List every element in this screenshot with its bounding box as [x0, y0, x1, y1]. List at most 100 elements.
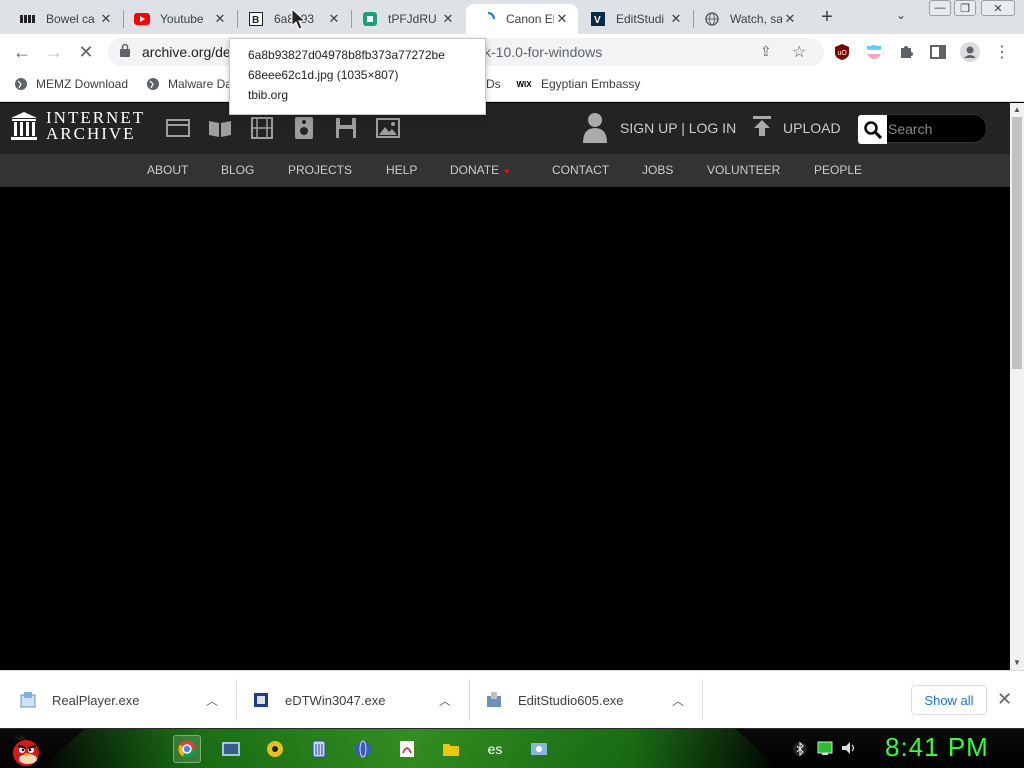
taskbar-network-globe-icon[interactable] [349, 735, 377, 763]
green-square-icon [362, 11, 378, 27]
web-icon[interactable] [165, 116, 191, 140]
nav-contact[interactable]: CONTACT [552, 163, 609, 177]
taskbar-language-es[interactable]: es [481, 735, 509, 763]
back-arrow-icon[interactable]: ← [10, 40, 34, 64]
audio-speaker-icon[interactable] [291, 116, 317, 140]
ia-temple-icon [11, 112, 37, 140]
nav-projects[interactable]: PROJECTS [288, 163, 352, 177]
b-icon: B [248, 11, 264, 27]
nav-blog[interactable]: BLOG [221, 163, 254, 177]
download-item-editstudio[interactable]: EditStudio605.exe ︿ [486, 681, 692, 719]
close-tab-icon[interactable]: ✕ [326, 11, 342, 27]
taskbar-installer-icon[interactable] [525, 735, 553, 763]
tab-canon-active[interactable]: Canon El ✕ [466, 4, 578, 34]
browser-toolbar: ← → ✕ archive.org/de k-10.0-for-windows … [0, 34, 1024, 70]
tab-youtube[interactable]: Youtube ✕ [120, 4, 236, 34]
forward-arrow-icon[interactable]: → [42, 40, 66, 64]
show-all-button[interactable]: Show all [911, 685, 987, 715]
profile-avatar-icon[interactable] [960, 42, 980, 62]
nav-jobs[interactable]: JOBS [642, 163, 673, 177]
taskbar-explorer-icon[interactable] [217, 735, 245, 763]
search-input[interactable] [888, 115, 986, 142]
close-tab-icon[interactable]: ✕ [212, 11, 228, 27]
bookmark-memz[interactable]: MEMZ Download [14, 77, 128, 91]
nav-people[interactable]: PEOPLE [814, 163, 862, 177]
sign-up-login-link[interactable]: SIGN UP | LOG IN [620, 120, 736, 136]
extensions-puzzle-icon[interactable] [896, 42, 916, 62]
ia-logo[interactable]: INTERNET ARCHIVE [10, 109, 145, 142]
close-window-icon[interactable]: ✕ [981, 0, 1015, 16]
tab-editstudio[interactable]: V EditStudi ✕ [576, 4, 692, 34]
tab-title: Watch, sa [730, 12, 782, 26]
tray-bluetooth-icon[interactable] [793, 741, 807, 760]
close-downloads-icon[interactable]: ✕ [997, 689, 1012, 710]
url-path: k-10.0-for-windows [484, 44, 603, 60]
tab-bowel[interactable]: Bowel ca ✕ [6, 4, 122, 34]
tray-volume-icon[interactable] [841, 741, 857, 758]
ia-header: INTERNET ARCHIVE SIGN UP | LOG IN UPLOAD… [0, 103, 1010, 154]
software-floppy-icon[interactable] [333, 116, 359, 140]
tab-search-chevron-down-icon[interactable]: ⌄ [896, 8, 906, 22]
bookmark-egyptian-embassy[interactable]: WIX Egyptian Embassy [515, 77, 640, 91]
wix-icon: WIX [516, 79, 532, 89]
ia-top-nav: ABOUT BLOG PROJECTS HELP DONATE ♥ CONTACT… [0, 154, 1010, 187]
mouse-cursor-icon [290, 7, 310, 37]
stop-loading-icon[interactable]: ✕ [74, 40, 98, 64]
heart-icon: ♥ [504, 166, 510, 176]
user-avatar-icon[interactable] [582, 111, 608, 150]
taskbar-chrome-icon[interactable] [173, 735, 201, 763]
tray-battery-icon[interactable] [817, 741, 833, 758]
page-scrollbar[interactable]: ▲ ▼ [1010, 103, 1024, 670]
taskbar-media-disc-icon[interactable] [261, 735, 289, 763]
installer-icon [253, 692, 269, 708]
taskbar-folder-icon[interactable] [437, 735, 465, 763]
share-icon[interactable]: ⇪ [760, 43, 772, 60]
flag-extension-icon[interactable] [864, 42, 884, 62]
upload-link[interactable]: UPLOAD [783, 120, 841, 136]
chevron-up-icon[interactable]: ︿ [439, 692, 451, 709]
nav-volunteer[interactable]: VOLUNTEER [707, 163, 780, 177]
search-icon[interactable] [858, 115, 887, 144]
bookmark-malware[interactable]: Malware Da [146, 77, 232, 91]
scroll-thumb[interactable] [1012, 117, 1022, 369]
ublock-icon[interactable]: uO [832, 42, 852, 62]
tab-strip: Bowel ca ✕ Youtube ✕ B 6a8b93 ✕ tPFJdRU … [0, 0, 1024, 34]
scroll-up-arrow-icon[interactable]: ▲ [1010, 103, 1024, 115]
scroll-down-arrow-icon[interactable]: ▼ [1010, 656, 1024, 668]
tab-watch[interactable]: Watch, sa ✕ [690, 4, 806, 34]
download-filename: EditStudio605.exe [518, 692, 624, 708]
restore-icon[interactable]: ❐ [954, 0, 976, 16]
taskbar-archive-app-icon[interactable] [305, 735, 333, 763]
chevron-up-icon[interactable]: ︿ [206, 692, 218, 709]
side-panel-icon[interactable] [928, 42, 948, 62]
texts-book-icon[interactable] [207, 116, 233, 140]
close-tab-icon[interactable]: ✕ [782, 11, 798, 27]
upload-icon[interactable] [752, 115, 772, 143]
youtube-icon [134, 11, 150, 27]
start-button-angry-bird-icon[interactable] [6, 730, 46, 768]
bookmark-star-icon[interactable]: ☆ [792, 42, 806, 62]
download-item-edtwin[interactable]: eDTWin3047.exe ︿ [253, 681, 459, 719]
close-tab-icon[interactable]: ✕ [98, 11, 114, 27]
download-filename: eDTWin3047.exe [285, 692, 386, 708]
nav-donate-label: DONATE [450, 163, 500, 177]
bookmark-ds[interactable]: Ds [486, 77, 501, 91]
system-clock[interactable]: 8:41 PM [885, 732, 989, 763]
taskbar-pdf-icon[interactable] [393, 735, 421, 763]
new-tab-button[interactable]: + [816, 6, 838, 28]
nav-about[interactable]: ABOUT [147, 163, 188, 177]
close-tab-icon[interactable]: ✕ [554, 11, 570, 27]
kebab-menu-icon[interactable]: ⋮ [992, 42, 1012, 62]
chevron-up-icon[interactable]: ︿ [672, 692, 684, 709]
nav-donate[interactable]: DONATE ♥ [450, 163, 509, 177]
images-icon[interactable] [375, 116, 401, 140]
close-tab-icon[interactable]: ✕ [440, 11, 456, 27]
video-film-icon[interactable] [249, 116, 275, 140]
close-tab-icon[interactable]: ✕ [668, 11, 684, 27]
ia-search-box [857, 114, 987, 144]
tab-title: Youtube [160, 12, 204, 26]
tab-tpfjdru[interactable]: tPFJdRU ✕ [348, 4, 464, 34]
minimize-icon[interactable]: — [929, 0, 951, 16]
nav-help[interactable]: HELP [386, 163, 417, 177]
download-item-realplayer[interactable]: RealPlayer.exe ︿ [20, 681, 226, 719]
